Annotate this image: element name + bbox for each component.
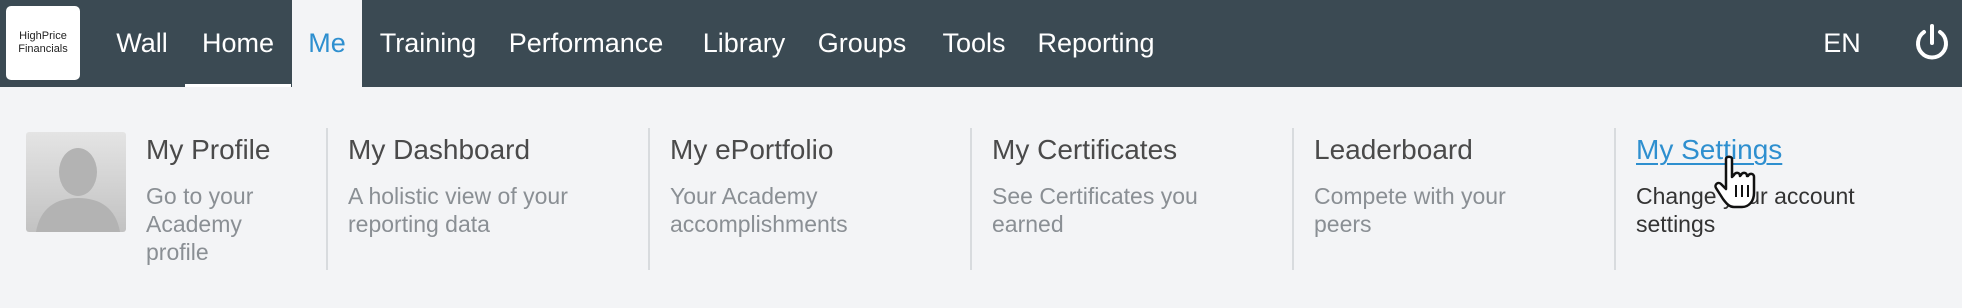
nav-tools[interactable]: Tools bbox=[934, 0, 1014, 87]
menu-my-eportfolio-title[interactable]: My ePortfolio bbox=[670, 134, 833, 166]
menu-divider bbox=[326, 128, 328, 270]
nav-library[interactable]: Library bbox=[694, 0, 794, 87]
language-selector[interactable]: EN bbox=[1812, 0, 1872, 87]
menu-divider bbox=[1614, 128, 1616, 270]
power-icon[interactable] bbox=[1912, 23, 1952, 63]
language-label: EN bbox=[1823, 28, 1861, 58]
nav-reporting-label: Reporting bbox=[1037, 28, 1155, 58]
nav-home-label: Home bbox=[201, 28, 275, 58]
nav-training[interactable]: Training bbox=[368, 0, 488, 87]
menu-my-eportfolio-desc[interactable]: Your Academy accomplishments bbox=[670, 182, 930, 238]
nav-wall-label: Wall bbox=[116, 28, 168, 58]
nav-reporting[interactable]: Reporting bbox=[1034, 0, 1158, 87]
menu-my-dashboard-desc[interactable]: A holistic view of your reporting data bbox=[348, 182, 618, 238]
menu-divider bbox=[970, 128, 972, 270]
menu-leaderboard-title[interactable]: Leaderboard bbox=[1314, 134, 1473, 166]
profile-avatar[interactable] bbox=[26, 132, 126, 232]
menu-my-certificates-title[interactable]: My Certificates bbox=[992, 134, 1177, 166]
nav-wall[interactable]: Wall bbox=[100, 0, 184, 87]
nav-me[interactable]: Me bbox=[292, 0, 362, 87]
nav-performance-label: Performance bbox=[508, 28, 664, 58]
nav-performance[interactable]: Performance bbox=[502, 0, 670, 87]
menu-divider bbox=[1292, 128, 1294, 270]
nav-tools-label: Tools bbox=[942, 28, 1006, 58]
nav-groups[interactable]: Groups bbox=[812, 0, 912, 87]
nav-groups-label: Groups bbox=[817, 28, 907, 58]
menu-my-profile-desc[interactable]: Go to your Academy profile bbox=[146, 182, 281, 266]
menu-leaderboard-desc[interactable]: Compete with your peers bbox=[1314, 182, 1544, 238]
menu-my-dashboard-title[interactable]: My Dashboard bbox=[348, 134, 530, 166]
menu-my-settings-desc[interactable]: Change your account settings bbox=[1636, 182, 1906, 238]
logo-line-2: Financials bbox=[18, 43, 68, 55]
nav-training-label: Training bbox=[379, 28, 477, 58]
menu-my-settings-title[interactable]: My Settings bbox=[1636, 134, 1782, 166]
menu-my-profile-title[interactable]: My Profile bbox=[146, 134, 270, 166]
nav-home[interactable]: Home bbox=[185, 0, 291, 87]
logo-line-1: HighPrice bbox=[19, 30, 67, 42]
company-logo[interactable]: HighPrice Financials bbox=[6, 6, 80, 80]
nav-library-label: Library bbox=[702, 28, 786, 58]
menu-divider bbox=[648, 128, 650, 270]
top-navigation-bar: HighPrice Financials Wall Home Me Traini… bbox=[0, 0, 1962, 87]
menu-my-certificates-desc[interactable]: See Certificates you earned bbox=[992, 182, 1252, 238]
nav-me-label: Me bbox=[308, 28, 346, 58]
hand-pointer-cursor-icon bbox=[1712, 155, 1760, 213]
